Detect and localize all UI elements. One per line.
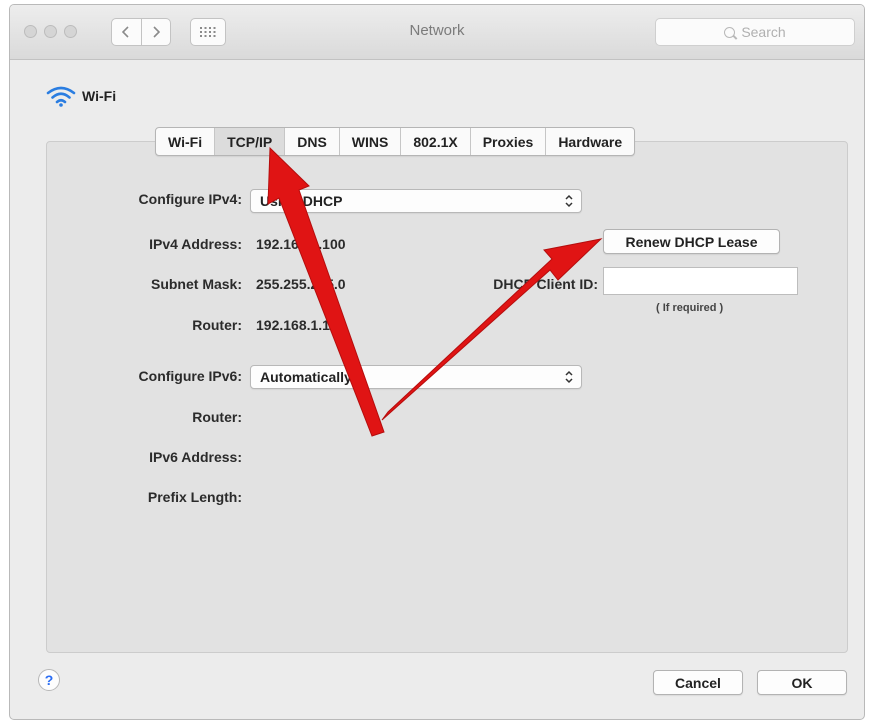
chevron-updown-icon — [565, 370, 573, 384]
router-ipv4-label: Router: — [192, 317, 242, 333]
wifi-icon — [46, 86, 76, 107]
subnet-mask-value: 255.255.255.0 — [256, 276, 346, 292]
dhcp-client-id-field[interactable] — [603, 267, 798, 295]
tab-hardware[interactable]: Hardware — [545, 128, 634, 155]
search-placeholder: Search — [741, 24, 786, 40]
help-button[interactable]: ? — [38, 669, 60, 691]
ipv6-address-label: IPv6 Address: — [149, 449, 242, 465]
ok-button[interactable]: OK — [757, 670, 847, 695]
tab-wifi[interactable]: Wi-Fi — [156, 128, 214, 155]
configure-ipv4-value: Using DHCP — [260, 193, 343, 209]
dhcp-client-id-hint: ( If required ) — [656, 302, 724, 314]
configure-ipv6-label: Configure IPv6: — [138, 368, 242, 384]
tab-8021x[interactable]: 802.1X — [400, 128, 469, 155]
interface-header: Wi-Fi — [46, 85, 116, 107]
help-icon: ? — [44, 672, 54, 688]
ipv4-address-value: 192.168.1.100 — [256, 236, 346, 252]
router-ipv6-label: Router: — [192, 409, 242, 425]
configure-ipv6-value: Automatically — [260, 369, 352, 385]
search-icon — [724, 26, 736, 38]
tcpip-panel — [46, 141, 848, 653]
configure-ipv6-select[interactable]: Automatically — [250, 365, 582, 389]
prefix-length-label: Prefix Length: — [147, 489, 242, 505]
router-ipv4-value: 192.168.1.1 — [256, 317, 330, 333]
chevron-updown-icon — [565, 194, 573, 208]
configure-ipv4-select[interactable]: Using DHCP — [250, 189, 582, 213]
search-field[interactable]: Search — [655, 18, 855, 46]
renew-dhcp-lease-button[interactable]: Renew DHCP Lease — [603, 229, 780, 254]
cancel-button[interactable]: Cancel — [653, 670, 743, 695]
dhcp-client-id-label: DHCP Client ID: — [493, 276, 598, 292]
network-preferences-window: Network Search Wi-Fi Wi-Fi TCP/IP DNS WI… — [9, 4, 865, 720]
ipv4-address-label: IPv4 Address: — [149, 236, 242, 252]
interface-name: Wi-Fi — [82, 88, 117, 104]
title-bar: Network Search — [10, 5, 864, 60]
tab-proxies[interactable]: Proxies — [469, 128, 546, 155]
configure-ipv4-label: Configure IPv4: — [138, 191, 242, 207]
tab-dns[interactable]: DNS — [284, 128, 339, 155]
tab-tcpip[interactable]: TCP/IP — [214, 128, 285, 155]
tab-bar: Wi-Fi TCP/IP DNS WINS 802.1X Proxies Har… — [155, 127, 636, 156]
tab-wins[interactable]: WINS — [338, 128, 401, 155]
subnet-mask-label: Subnet Mask: — [150, 276, 242, 292]
